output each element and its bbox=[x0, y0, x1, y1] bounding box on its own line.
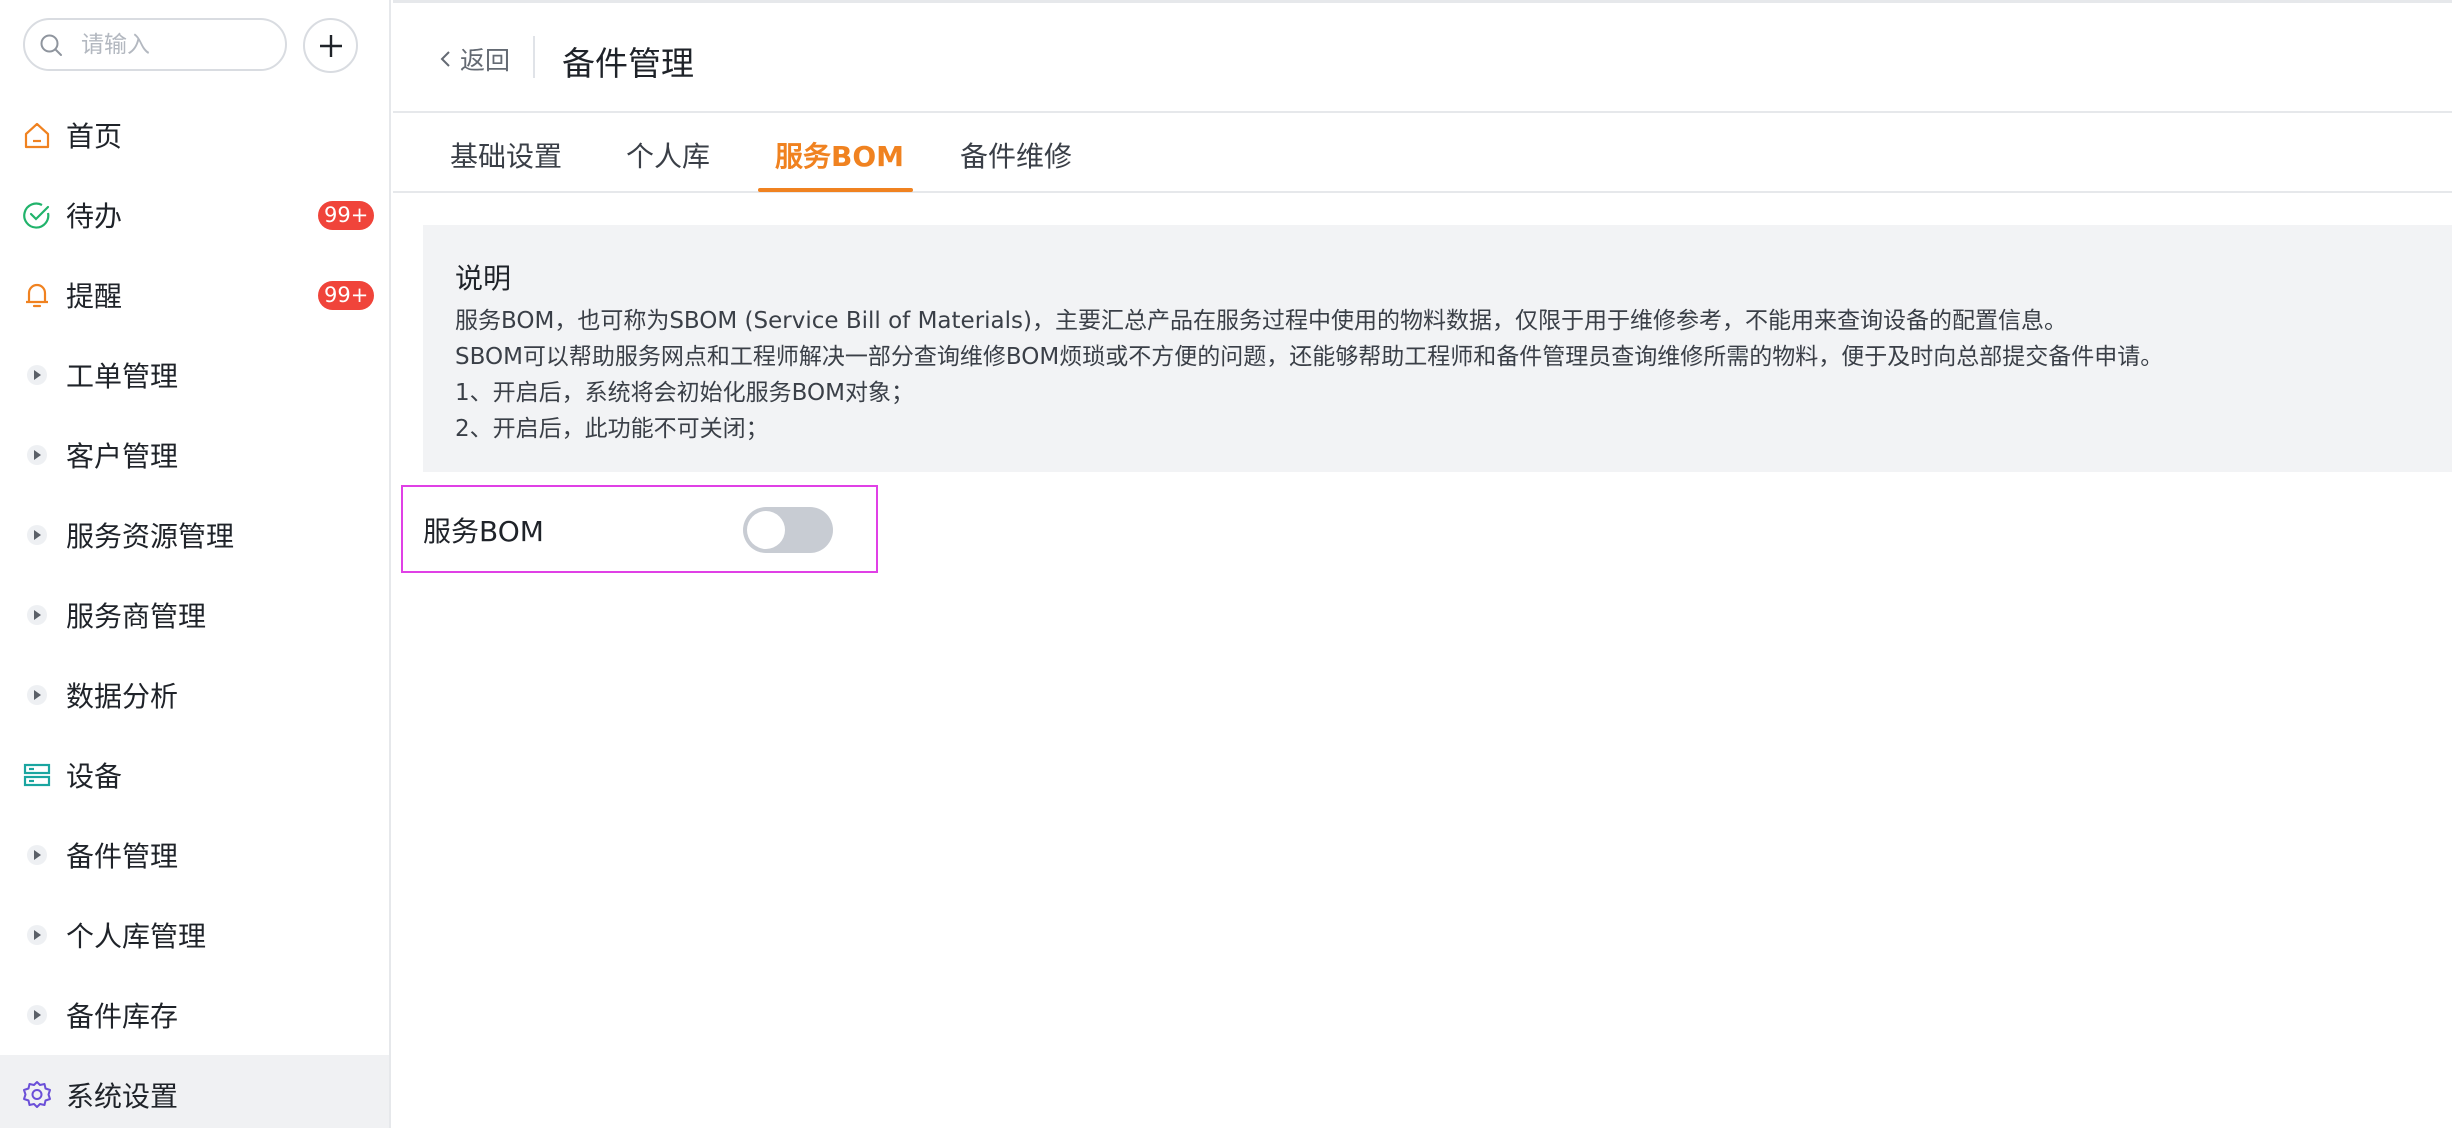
service-bom-toggle[interactable] bbox=[743, 507, 833, 553]
service-bom-setting: 服务BOM bbox=[401, 485, 878, 573]
sidebar-item-label: 系统设置 bbox=[66, 1080, 179, 1113]
sidebar-item-label: 备件管理 bbox=[66, 840, 179, 873]
description-line: 服务BOM，也可称为SBOM (Service Bill of Material… bbox=[455, 308, 2067, 334]
search-input[interactable] bbox=[81, 26, 271, 64]
caret-right-icon bbox=[22, 520, 52, 550]
count-badge: 99+ bbox=[318, 281, 375, 310]
sidebar-item-service-providers[interactable]: 服务商管理 bbox=[0, 575, 389, 655]
caret-right-icon bbox=[22, 840, 52, 870]
home-icon bbox=[22, 120, 52, 150]
caret-right-icon bbox=[22, 600, 52, 630]
chevron-left-icon bbox=[440, 51, 450, 67]
description-line: SBOM可以帮助服务网点和工程师解决一部分查询维修BOM烦琐或不方便的问题，还能… bbox=[455, 344, 2164, 370]
page-title: 备件管理 bbox=[562, 44, 694, 83]
description-panel: 说明 服务BOM，也可称为SBOM (Service Bill of Mater… bbox=[423, 225, 2452, 472]
sidebar-item-label: 服务资源管理 bbox=[66, 520, 235, 553]
sidebar-item-label: 备件库存 bbox=[66, 1000, 179, 1033]
service-bom-label: 服务BOM bbox=[423, 515, 544, 548]
caret-right-icon bbox=[22, 360, 52, 390]
description-title: 说明 bbox=[455, 262, 512, 295]
sidebar-nav: 首页 待办 99+ 提醒 99+ 工单管理 客户管理 服务资源管理 服务商管理 … bbox=[0, 95, 389, 1128]
toggle-knob bbox=[747, 511, 785, 549]
sidebar-item-reminder[interactable]: 提醒 99+ bbox=[0, 255, 389, 335]
sidebar-item-todo[interactable]: 待办 99+ bbox=[0, 175, 389, 255]
sidebar-item-personal-library[interactable]: 个人库管理 bbox=[0, 895, 389, 975]
caret-right-icon bbox=[22, 1000, 52, 1030]
tab-service-bom[interactable]: 服务BOM bbox=[775, 135, 904, 175]
search-icon bbox=[40, 34, 62, 56]
sidebar-item-work-orders[interactable]: 工单管理 bbox=[0, 335, 389, 415]
sidebar-item-label: 服务商管理 bbox=[66, 600, 207, 633]
description-line: 2、开启后，此功能不可关闭； bbox=[455, 416, 769, 442]
sidebar-item-label: 设备 bbox=[66, 760, 123, 793]
back-button[interactable]: 返回 bbox=[436, 41, 510, 77]
sidebar: 首页 待办 99+ 提醒 99+ 工单管理 客户管理 bbox=[0, 0, 391, 1128]
check-circle-icon bbox=[22, 200, 52, 230]
back-label: 返回 bbox=[460, 46, 511, 75]
tab-bar: 基础设置 个人库 服务BOM 备件维修 bbox=[393, 113, 2452, 193]
bell-icon bbox=[22, 280, 52, 310]
sidebar-item-label: 工单管理 bbox=[66, 360, 179, 393]
header-divider bbox=[533, 36, 535, 78]
sidebar-item-label: 个人库管理 bbox=[66, 920, 207, 953]
sidebar-item-label: 待办 bbox=[66, 200, 123, 233]
sidebar-item-label: 提醒 bbox=[66, 280, 123, 313]
search-box[interactable] bbox=[23, 18, 287, 71]
sidebar-item-devices[interactable]: 设备 bbox=[0, 735, 389, 815]
sidebar-item-home[interactable]: 首页 bbox=[0, 95, 389, 175]
tab-spare-repair[interactable]: 备件维修 bbox=[960, 135, 1072, 175]
description-line: 1、开启后，系统将会初始化服务BOM对象； bbox=[455, 380, 914, 406]
sidebar-item-label: 数据分析 bbox=[66, 680, 179, 713]
sidebar-item-label: 客户管理 bbox=[66, 440, 179, 473]
active-tab-indicator bbox=[758, 188, 913, 192]
page-header: 返回 备件管理 bbox=[393, 3, 2452, 113]
sidebar-item-service-resources[interactable]: 服务资源管理 bbox=[0, 495, 389, 575]
count-badge: 99+ bbox=[318, 201, 375, 230]
sidebar-item-inventory[interactable]: 备件库存 bbox=[0, 975, 389, 1055]
sidebar-item-spare-parts[interactable]: 备件管理 bbox=[0, 815, 389, 895]
gear-icon bbox=[22, 1080, 52, 1110]
tab-personal-library[interactable]: 个人库 bbox=[626, 135, 710, 175]
caret-right-icon bbox=[22, 920, 52, 950]
add-button[interactable] bbox=[303, 18, 358, 73]
sidebar-item-system-settings[interactable]: 系统设置 bbox=[0, 1055, 389, 1128]
caret-right-icon bbox=[22, 680, 52, 710]
tab-basic-settings[interactable]: 基础设置 bbox=[450, 135, 562, 175]
sidebar-item-label: 首页 bbox=[66, 120, 123, 153]
sidebar-item-analytics[interactable]: 数据分析 bbox=[0, 655, 389, 735]
sidebar-item-customers[interactable]: 客户管理 bbox=[0, 415, 389, 495]
server-icon bbox=[22, 760, 52, 790]
plus-icon bbox=[319, 34, 342, 57]
caret-right-icon bbox=[22, 440, 52, 470]
